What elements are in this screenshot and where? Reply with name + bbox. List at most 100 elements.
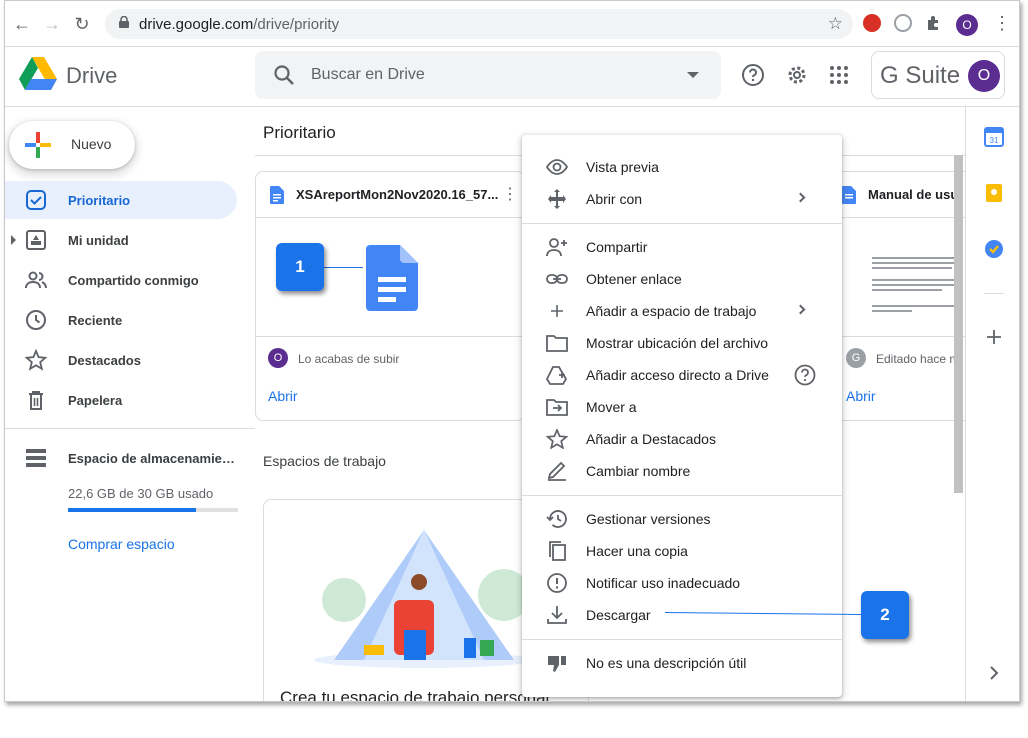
search-input[interactable]: Buscar en Drive — [311, 66, 425, 84]
menu-item-not-useful[interactable]: No es una descripción útil — [522, 647, 842, 679]
sidebar-item-shared[interactable]: Compartido conmigo — [5, 261, 237, 299]
keep-icon[interactable] — [984, 183, 1004, 203]
priority-icon — [26, 190, 46, 210]
sidebar-item-trash[interactable]: Papelera — [5, 381, 237, 419]
menu-item-label: Añadir a espacio de trabajo — [586, 303, 757, 319]
menu-item-move-to[interactable]: Mover a — [522, 391, 842, 423]
chevron-right-icon — [795, 304, 806, 315]
menu-item-label: Notificar uso inadecuado — [586, 575, 741, 591]
more-options-icon[interactable]: ⋮ — [502, 184, 518, 204]
menu-item-preview[interactable]: Vista previa — [522, 151, 842, 183]
link-icon — [546, 274, 568, 284]
menu-item-add-to-workspace[interactable]: Añadir a espacio de trabajo — [522, 295, 842, 327]
sidebar-item-recent[interactable]: Reciente — [5, 301, 237, 339]
drive-header: Drive Buscar en Drive G Suite O — [5, 47, 1019, 107]
sidebar-item-label: Compartido conmigo — [68, 273, 199, 288]
menu-item-report-abuse[interactable]: Notificar uso inadecuado — [522, 567, 842, 599]
report-icon — [547, 573, 567, 593]
menu-item-share[interactable]: Compartir — [522, 231, 842, 263]
search-icon[interactable] — [273, 64, 295, 86]
open-link[interactable]: Abrir — [846, 388, 876, 404]
expand-arrow-icon[interactable] — [11, 235, 16, 245]
help-icon[interactable] — [794, 364, 816, 386]
storage-used-text: 22,6 GB de 30 GB usado — [68, 486, 214, 501]
sidebar-item-label: Mi unidad — [68, 233, 129, 248]
scrollbar[interactable] — [954, 155, 963, 493]
open-link[interactable]: Abrir — [268, 388, 298, 404]
menu-item-show-location[interactable]: Mostrar ubicación del archivo — [522, 327, 842, 359]
download-icon — [547, 606, 567, 624]
owner-avatar: G — [846, 348, 866, 368]
my-drive-icon — [26, 230, 46, 250]
trash-icon — [29, 391, 43, 410]
menu-item-label: Gestionar versiones — [586, 511, 711, 527]
menu-item-open-with[interactable]: Abrir con — [522, 183, 842, 215]
menu-item-label: Compartir — [586, 239, 648, 255]
browser-menu-icon[interactable]: ⋮ — [993, 13, 1011, 34]
storage-progress-bar — [68, 508, 238, 512]
google-doc-large-icon — [366, 245, 418, 311]
menu-divider — [522, 495, 842, 496]
help-icon[interactable] — [741, 63, 765, 87]
buy-storage-link[interactable]: Comprar espacio — [68, 536, 175, 552]
sidebar-divider — [5, 428, 255, 429]
page-title: Prioritario — [263, 123, 336, 142]
svg-text:31: 31 — [990, 136, 999, 145]
sidebar-item-label: Destacados — [68, 353, 141, 368]
account-avatar[interactable]: O — [968, 60, 1000, 92]
callout-1-line — [323, 267, 363, 268]
extension-compass-icon[interactable] — [894, 14, 912, 32]
add-addon-icon[interactable] — [984, 327, 1004, 347]
new-button[interactable]: Nuevo — [9, 121, 135, 169]
sidebar-item-label: Reciente — [68, 313, 123, 328]
url-text: drive.google.com/drive/priority — [139, 16, 340, 33]
extension-stop-icon[interactable] — [863, 14, 881, 32]
menu-item-download[interactable]: Descargar — [522, 599, 842, 631]
sidebar-item-my-drive[interactable]: Mi unidad — [5, 221, 237, 259]
browser-toolbar: ← → ↻ drive.google.com/drive/priority ☆ … — [5, 1, 1019, 47]
menu-item-add-shortcut[interactable]: Añadir acceso directo a Drive — [522, 359, 842, 391]
menu-item-manage-versions[interactable]: Gestionar versiones — [522, 503, 842, 535]
workspace-illustration — [314, 530, 534, 668]
menu-item-label: Cambiar nombre — [586, 463, 691, 479]
lock-icon — [119, 16, 129, 28]
profile-avatar[interactable]: O — [956, 14, 978, 36]
apps-grid-icon[interactable] — [827, 63, 851, 87]
workspace-create-text[interactable]: Crea tu espacio de trabajo personal — [280, 688, 549, 701]
menu-item-get-link[interactable]: Obtener enlace — [522, 263, 842, 295]
settings-gear-icon[interactable] — [785, 63, 809, 87]
extensions-puzzle-icon[interactable] — [925, 14, 943, 32]
back-icon[interactable]: ← — [11, 13, 33, 35]
sidebar-item-starred[interactable]: Destacados — [5, 341, 237, 379]
menu-divider — [522, 223, 842, 224]
menu-item-label: Añadir acceso directo a Drive — [586, 367, 769, 383]
search-options-icon[interactable] — [687, 72, 699, 78]
folder-icon — [546, 335, 568, 352]
address-bar[interactable]: drive.google.com/drive/priority ☆ — [105, 9, 853, 39]
search-box[interactable]: Buscar en Drive — [255, 51, 721, 99]
chevron-right-icon[interactable] — [984, 663, 1004, 683]
shared-icon — [25, 271, 47, 289]
reload-icon[interactable]: ↻ — [71, 13, 93, 35]
eye-icon — [546, 159, 568, 175]
menu-item-rename[interactable]: Cambiar nombre — [522, 455, 842, 487]
drive-logo-icon[interactable] — [19, 57, 57, 91]
menu-item-make-copy[interactable]: Hacer una copia — [522, 535, 842, 567]
storage-label[interactable]: Espacio de almacenamiento — [68, 451, 240, 466]
storage-progress-fill — [68, 508, 196, 512]
gsuite-account-panel[interactable]: G Suite O — [871, 51, 1005, 99]
sidebar-item-priority[interactable]: Prioritario — [5, 181, 237, 219]
move-to-icon — [546, 399, 568, 416]
calendar-icon[interactable]: 31 — [984, 127, 1004, 147]
owner-avatar: O — [268, 348, 288, 368]
callout-2: 2 — [861, 591, 909, 639]
new-button-label: Nuevo — [71, 136, 112, 152]
file-card[interactable]: XSAreportMon2Nov2020.16_57... ⋮ O Lo aca… — [255, 171, 525, 421]
menu-item-add-starred[interactable]: Añadir a Destacados — [522, 423, 842, 455]
menu-item-label: Mover a — [586, 399, 637, 415]
forward-icon[interactable]: → — [41, 13, 63, 35]
history-icon — [546, 510, 567, 528]
bookmark-star-icon[interactable]: ☆ — [828, 14, 843, 34]
tasks-icon[interactable] — [984, 239, 1004, 259]
sidebar-item-label: Prioritario — [68, 193, 131, 208]
